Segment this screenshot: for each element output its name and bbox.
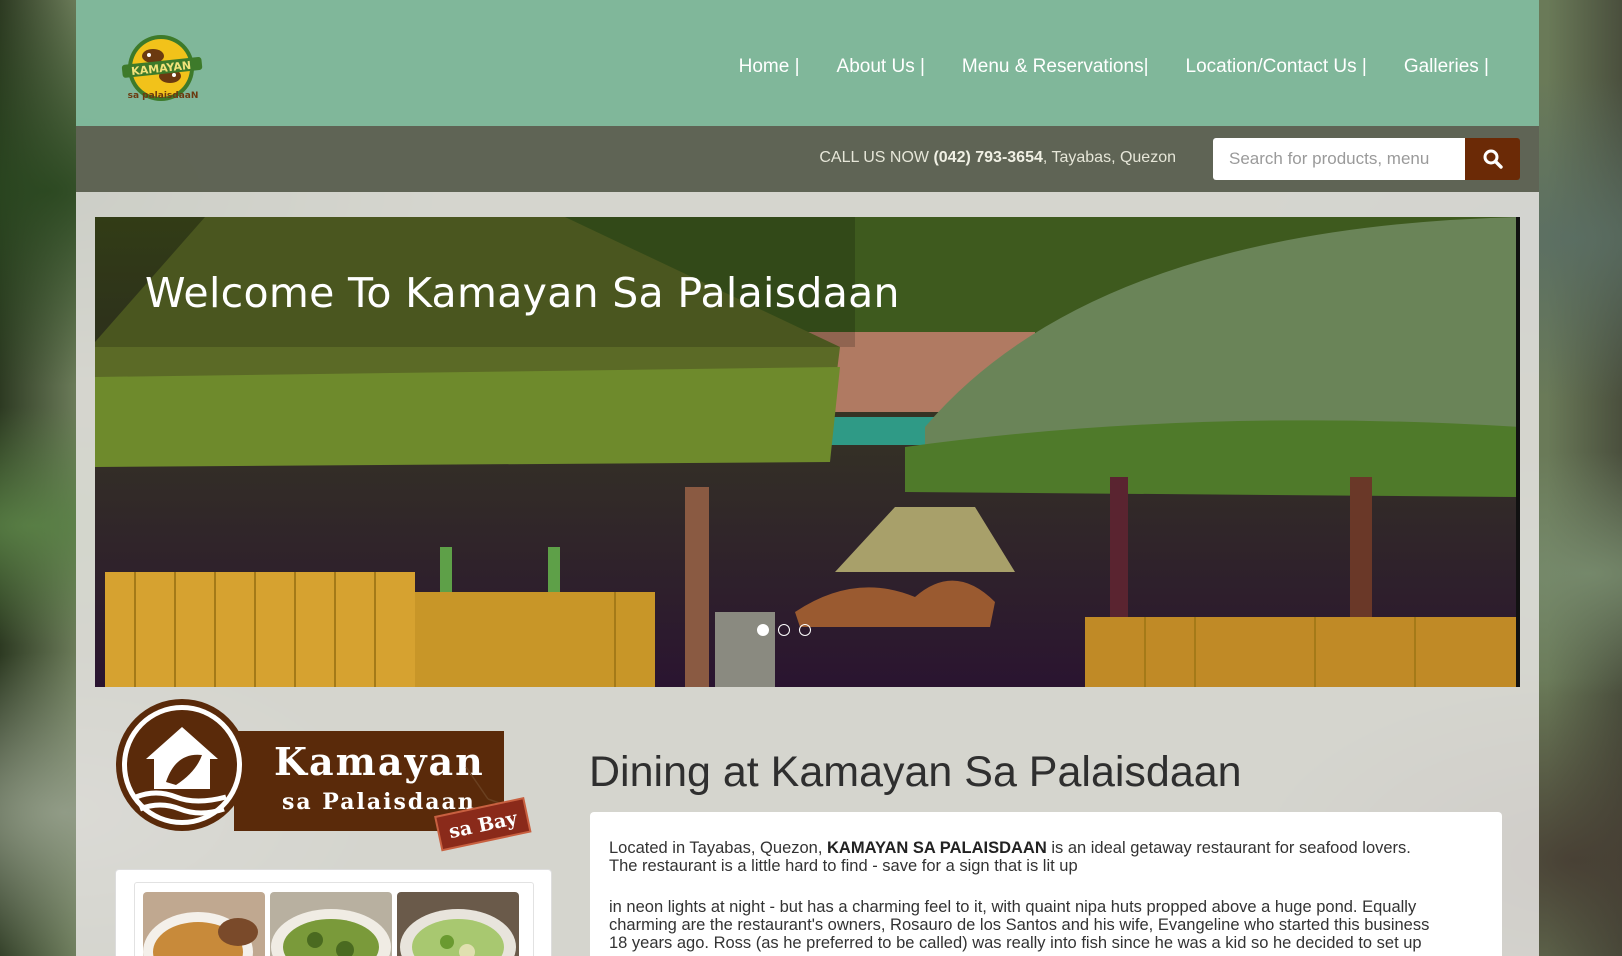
call-us-text: CALL US NOW (042) 793-3654, Tayabas, Que…: [819, 149, 1176, 167]
svg-text:sa palaisdaaN: sa palaisdaaN: [128, 91, 199, 101]
slider-dot-3[interactable]: [799, 624, 811, 636]
nav-about-us[interactable]: About Us |: [837, 56, 925, 78]
food-thumbnail[interactable]: [143, 892, 265, 956]
site-logo[interactable]: KAMAYAN sa palaisdaaN: [120, 34, 206, 106]
svg-text:sa Palaisdaan: sa Palaisdaan: [282, 789, 476, 815]
slider-dots: [757, 624, 811, 636]
food-photo-soup-icon: [143, 892, 265, 956]
nav-location-contact[interactable]: Location/Contact Us |: [1186, 56, 1367, 78]
food-photo-greens-icon: [270, 892, 392, 956]
search-button[interactable]: [1465, 138, 1520, 180]
food-gallery-card: [115, 869, 552, 956]
call-location: , Tayabas, Quezon: [1042, 149, 1176, 166]
brand-logo: Kamayan sa Palaisdaan sa Bay: [116, 697, 536, 857]
intro-text: Located in Tayabas, Quezon,: [609, 839, 828, 857]
food-thumbnail[interactable]: [397, 892, 519, 956]
food-gallery: [134, 882, 534, 956]
food-photo-salad-icon: [397, 892, 519, 956]
food-thumbnail[interactable]: [270, 892, 392, 956]
nav-menu-reservations[interactable]: Menu & Reservations|: [962, 56, 1149, 78]
section-title: Dining at Kamayan Sa Palaisdaan: [589, 748, 1242, 796]
search-icon: [1483, 149, 1503, 169]
intro-text: is an ideal getaway restaurant for seafo…: [1046, 839, 1411, 857]
hero-title: Welcome To Kamayan Sa Palaisdaan: [145, 269, 900, 317]
body-paragraph: in neon lights at night - but has a char…: [609, 898, 1489, 952]
nav-home[interactable]: Home |: [739, 56, 800, 78]
slider-dot-1[interactable]: [757, 624, 769, 636]
logo-emblem-icon: KAMAYAN sa palaisdaaN: [121, 35, 203, 101]
site-header: KAMAYAN sa palaisdaaN Home | About Us | …: [76, 0, 1539, 126]
hero-slider[interactable]: Welcome To Kamayan Sa Palaisdaan: [95, 217, 1520, 687]
slider-dot-2[interactable]: [778, 624, 790, 636]
body-text: in neon lights at night - but has a char…: [609, 898, 1417, 916]
body-text: charming are the restaurant's owners, Ro…: [609, 916, 1430, 934]
nav-galleries[interactable]: Galleries |: [1404, 56, 1489, 78]
main-nav: Home | About Us | Menu & Reservations| L…: [702, 56, 1489, 78]
call-prefix: CALL US NOW: [819, 149, 934, 166]
svg-text:Kamayan: Kamayan: [274, 739, 485, 784]
fish-house-logo-icon: Kamayan sa Palaisdaan sa Bay: [116, 699, 532, 852]
description-card: Located in Tayabas, Quezon, KAMAYAN SA P…: [590, 812, 1502, 956]
search-input[interactable]: [1213, 138, 1465, 180]
intro-text: The restaurant is a little hard to find …: [609, 857, 1078, 875]
page-container: KAMAYAN sa palaisdaaN Home | About Us | …: [76, 0, 1539, 956]
intro-paragraph: Located in Tayabas, Quezon, KAMAYAN SA P…: [609, 839, 1489, 875]
restaurant-name: KAMAYAN SA PALAISDAAN: [827, 839, 1047, 857]
body-text: 18 years ago. Ross (as he preferred to b…: [609, 934, 1422, 952]
call-bar: CALL US NOW (042) 793-3654, Tayabas, Que…: [76, 126, 1539, 192]
phone-number[interactable]: (042) 793-3654: [933, 149, 1042, 166]
